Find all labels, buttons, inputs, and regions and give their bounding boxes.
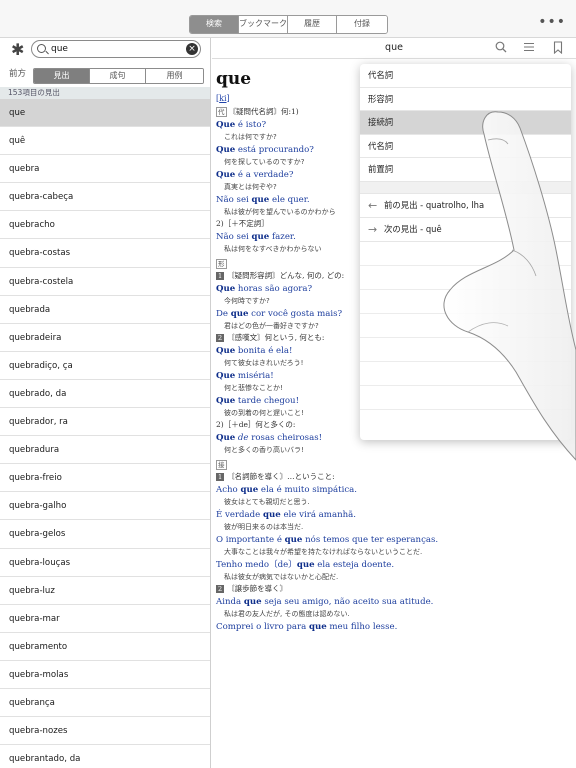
result-list-item[interactable]: quebra-freio <box>0 464 210 493</box>
menu-item-preposition[interactable]: 前置詞 <box>360 158 571 182</box>
pos-tag: 形 <box>216 259 227 269</box>
search-direction-label[interactable]: 前方 <box>9 67 26 79</box>
sense-definition: 〘疑問代名詞〙何:1) <box>228 107 299 116</box>
result-list-item[interactable]: quebra-luz <box>0 577 210 605</box>
menu-icon[interactable] <box>523 41 535 53</box>
example-sentence: Acho que ela é muito simpática. <box>216 485 358 495</box>
sense-number: 2 <box>216 334 225 342</box>
arrow-left-icon: ← <box>368 198 378 212</box>
bookmark-icon[interactable] <box>553 41 563 54</box>
result-list-item[interactable]: que <box>0 99 210 128</box>
sense-heading: 2 〘譲歩節を導く〙 <box>216 583 572 595</box>
sense-definition: 〘譲歩節を導く〙 <box>227 584 288 593</box>
example-translation: 大事なことは我々が希望を持たなければならないということだ. <box>224 548 423 556</box>
mode-phrase[interactable]: 成句 <box>90 69 146 83</box>
result-list-item[interactable]: quebrado, da <box>0 380 210 409</box>
search-panel: ✱ × 前方 見出 成句 用例 153項目の見出 quequêquebraque… <box>0 38 211 768</box>
result-list-item[interactable]: quebrador, ra <box>0 408 210 437</box>
entry-header: que <box>212 38 576 59</box>
wildcard-icon[interactable]: ✱ <box>11 40 24 59</box>
prev-entry-item[interactable]: ← 前の見出 - quatrolho, lha <box>360 194 571 218</box>
arrow-right-icon: → <box>368 222 378 236</box>
pos-tag: 接 <box>216 460 227 470</box>
sense-number: 2 <box>216 585 225 593</box>
result-list-item[interactable]: quebrança <box>0 689 210 718</box>
result-list-item[interactable]: quebra-costas <box>0 239 210 268</box>
result-list-item[interactable]: quebra-cabeça <box>0 183 210 212</box>
sense-definition: 〘名詞節を導く〙…ということ: <box>227 472 335 481</box>
menu-item-pronoun[interactable]: 代名詞 <box>360 64 571 88</box>
entry-title: que <box>385 42 403 53</box>
more-options-icon[interactable]: ••• <box>538 14 566 30</box>
top-bar: 検索 ブックマーク 履歴 付録 ••• <box>0 0 576 38</box>
result-list-item[interactable]: quebra-nozes <box>0 717 210 746</box>
result-list-item[interactable]: quebra-molas <box>0 661 210 689</box>
result-list-item[interactable]: quebra-louças <box>0 549 210 577</box>
result-count: 153項目の見出 <box>0 87 210 99</box>
search-input[interactable] <box>51 42 171 56</box>
result-list-item[interactable]: quebradeira <box>0 324 210 352</box>
result-list-item[interactable]: quebrada <box>0 296 210 324</box>
tab-history[interactable]: 履歴 <box>288 16 337 33</box>
menu-item-adjective[interactable]: 形容詞 <box>360 88 571 111</box>
tab-search[interactable]: 検索 <box>190 16 239 33</box>
sense-definition: 〘感嘆文〙何という, 何とも: <box>227 333 325 342</box>
result-list-item[interactable]: quê <box>0 127 210 156</box>
example-translation: 私は君の友人だが, その態度は認めない. <box>224 610 350 618</box>
next-entry-label: 次の見出 - quê <box>384 223 442 234</box>
pos-heading: 接 <box>216 459 572 471</box>
result-list-item[interactable]: quebrantado, da <box>0 745 210 768</box>
prev-entry-label: 前の見出 - quatrolho, lha <box>384 199 485 210</box>
sense-definition: 〘疑問形容詞〙どんな, 何の, どの: <box>227 271 345 280</box>
sense-heading: 1 〘名詞節を導く〙…ということ: <box>216 471 572 483</box>
result-list-item[interactable]: quebracho <box>0 211 210 240</box>
mode-example[interactable]: 用例 <box>146 69 203 83</box>
mode-headword[interactable]: 見出 <box>34 69 90 83</box>
example-translation: 彼女はとても親切だと思う. <box>224 498 310 506</box>
pronunciation-text: ki <box>219 94 227 103</box>
search-row: ✱ × <box>0 38 210 60</box>
result-list: que quê quebra quebra-cabeça quebracho quebra… <box>0 99 210 768</box>
result-list-item[interactable]: quebra <box>0 155 210 184</box>
example-translation: 彼が明日来るのは本当だ. <box>224 523 304 531</box>
menu-divider <box>360 181 571 194</box>
menu-item-pronoun-2[interactable]: 代名詞 <box>360 135 571 158</box>
example-sentence: Ainda que seja seu amigo, não aceito sua… <box>216 597 434 607</box>
search-mode-segment: 見出 成句 用例 <box>33 68 204 84</box>
clear-icon[interactable]: × <box>186 43 198 55</box>
menu-item-conjunction[interactable]: 接続詞 <box>360 111 571 135</box>
search-icon[interactable] <box>495 41 507 53</box>
result-list-item[interactable]: quebradiço, ça <box>0 352 210 380</box>
result-list-item[interactable]: quebra-costela <box>0 268 210 296</box>
mode-row: 前方 見出 成句 用例 <box>0 65 210 85</box>
tab-bookmark[interactable]: ブックマーク <box>239 16 288 33</box>
example-sentence: O importante é que nós temos que ter esp… <box>216 535 439 545</box>
main-tab-segment: 検索 ブックマーク 履歴 付録 <box>189 15 388 34</box>
result-list-item[interactable]: quebra-galho <box>0 492 210 521</box>
result-list-item[interactable]: quebra-mar <box>0 605 210 633</box>
sense-number: 1 <box>216 272 225 280</box>
jump-menu-popup: 代名詞 形容詞 接続詞 代名詞 前置詞 ← 前の見出 - quatrolho, l… <box>360 64 571 440</box>
example-sentence: É verdade que ele virá amanhã. <box>216 510 357 520</box>
result-list-item[interactable]: quebra-gelos <box>0 520 210 549</box>
example-sentence: Comprei o livro para que meu filho lesse… <box>216 622 398 632</box>
next-entry-item[interactable]: → 次の見出 - quê <box>360 218 571 242</box>
example-sentence: Tenho medo〔de〕que ela esteja doente. <box>216 560 395 570</box>
result-list-item[interactable]: quebramento <box>0 633 210 661</box>
sense-number: 1 <box>216 473 225 481</box>
result-list-item[interactable]: quebradura <box>0 436 210 465</box>
search-box[interactable]: × <box>31 40 201 58</box>
tab-appendix[interactable]: 付録 <box>337 16 387 33</box>
example-translation: 何と多くの香り高いバラ! <box>224 446 304 454</box>
search-icon <box>37 44 46 53</box>
pos-tag: 代 <box>216 107 227 117</box>
example-translation: 私は彼女が病気ではないかと心配だ. <box>224 573 339 581</box>
